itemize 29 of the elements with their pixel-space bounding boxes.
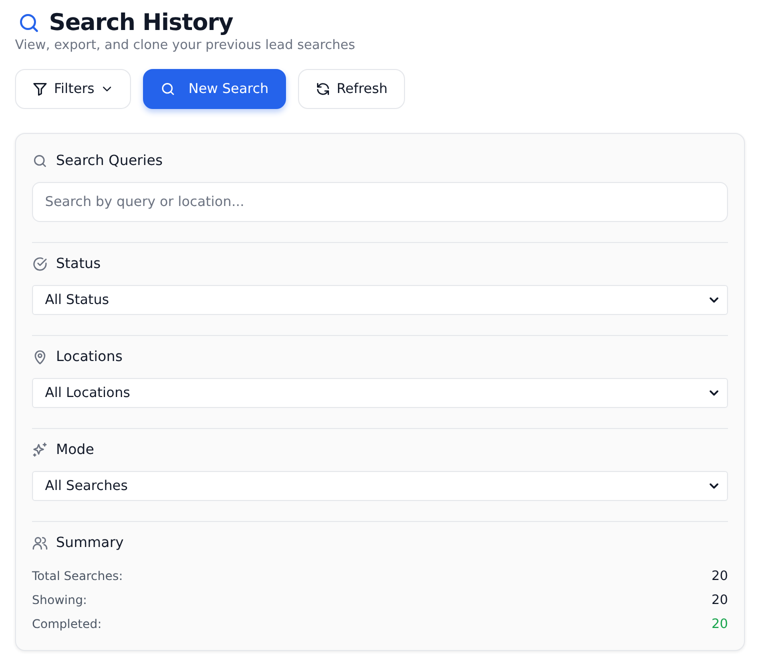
search-icon [160,81,176,97]
search-icon [32,153,48,169]
section-label: Locations [56,349,123,365]
section-label: Mode [56,442,94,458]
select-dropdown[interactable]: All Status [32,285,728,315]
filter-icon [32,81,48,97]
section-label: Search Queries [56,153,163,169]
pin-icon [32,349,48,365]
summary-label: Showing: [32,593,87,607]
check-circle-icon [32,256,48,272]
filters-button[interactable]: Filters [15,69,132,109]
section-label: Status [56,256,101,272]
sparkle-icon [32,442,48,458]
page-subtitle: View, export, and clone your previous lead searches [15,38,356,53]
select-dropdown[interactable]: All Searches [32,471,728,501]
summary-value: 20 [711,592,728,608]
search-icon [17,11,41,35]
select-dropdown[interactable]: All Locations [32,378,728,408]
search-field[interactable]: Search by query or location... [32,182,728,222]
users-icon [32,535,48,551]
summary-label: Total Searches: [32,569,123,583]
new-search-button[interactable]: New Search [143,69,286,109]
summary-label: Completed: [32,617,102,631]
refresh-icon [314,81,331,97]
refresh-button[interactable]: Refresh [298,69,405,109]
summary-value: 20 [711,616,728,632]
section-label: Summary [56,535,124,551]
summary-value: 20 [711,568,728,584]
page-title: Search History [49,10,233,36]
